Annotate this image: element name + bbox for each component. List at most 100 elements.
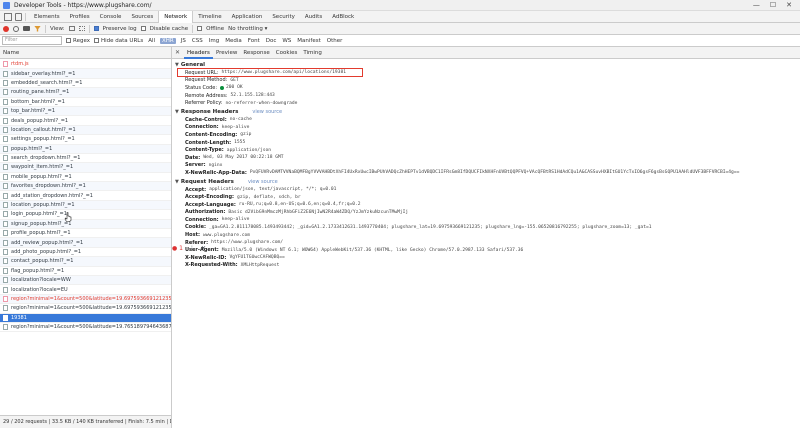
header-row: Connection: keep-alive bbox=[172, 124, 800, 132]
request-row[interactable]: login_popup.html?_=1 bbox=[0, 210, 171, 220]
request-row[interactable]: add_review_popup.html?_=1 bbox=[0, 238, 171, 248]
tab-timing[interactable]: Timing bbox=[300, 47, 325, 59]
request-row[interactable]: region?minimal=1&count=500&latitude=19.7… bbox=[0, 323, 171, 333]
clear-icon[interactable] bbox=[13, 25, 19, 32]
request-row[interactable]: location_popup.html?_=1 bbox=[0, 200, 171, 211]
request-url-highlight-box bbox=[177, 68, 363, 77]
request-row[interactable]: search_dropdown.html?_=1 bbox=[0, 154, 171, 164]
file-icon bbox=[3, 108, 8, 115]
disable-cache-checkbox[interactable] bbox=[140, 26, 146, 31]
header-row: X-Requested-With: XMLHttpRequest bbox=[172, 262, 800, 270]
filter-type-doc[interactable]: Doc bbox=[265, 38, 278, 44]
tab-profiles[interactable]: Profiles bbox=[65, 11, 95, 23]
filter-type-media[interactable]: Media bbox=[224, 38, 243, 44]
hide-data-urls-checkbox[interactable] bbox=[94, 38, 99, 43]
request-headers-section-header[interactable]: ▼ Request Headers view source bbox=[172, 178, 800, 186]
preserve-log-checkbox[interactable] bbox=[93, 26, 99, 31]
request-row[interactable]: mobile_popup.html?_=1 bbox=[0, 173, 171, 183]
request-row[interactable]: signup_popup.html?_=1 bbox=[0, 219, 171, 230]
tab-network[interactable]: Network bbox=[158, 10, 194, 23]
filter-type-js[interactable]: JS bbox=[180, 38, 187, 44]
offline-checkbox[interactable] bbox=[197, 26, 203, 31]
header-value: 1555 bbox=[234, 140, 246, 146]
request-row[interactable]: deals_popup.html?_=1 bbox=[0, 116, 171, 126]
regex-option[interactable]: Regex bbox=[66, 38, 90, 44]
request-row[interactable]: region?minimal=1&count=500&latitude=19.6… bbox=[0, 294, 171, 305]
tab-sources[interactable]: Sources bbox=[126, 11, 158, 23]
filter-type-img[interactable]: Img bbox=[208, 38, 220, 44]
request-row[interactable]: flag_popup.html?_=1 bbox=[0, 267, 171, 276]
filter-input[interactable]: Filter bbox=[2, 36, 62, 45]
request-name: localization?locale=EU bbox=[11, 286, 68, 293]
request-row[interactable]: localization?locale=EU bbox=[0, 285, 171, 295]
filter-type-manifest[interactable]: Manifest bbox=[296, 38, 321, 44]
request-row[interactable]: add_station_dropdown.html?_=1 bbox=[0, 191, 171, 201]
file-icon bbox=[3, 230, 8, 237]
request-row[interactable]: region?minimal=1&count=500&latitude=19.6… bbox=[0, 304, 171, 314]
request-row[interactable]: bottom_bar.html?_=1 bbox=[0, 98, 171, 107]
request-row[interactable]: routing_pane.html?_=1 bbox=[0, 88, 171, 98]
tab-elements[interactable]: Elements bbox=[29, 11, 65, 23]
header-row: Accept-Encoding: gzip, deflate, sdch, br bbox=[172, 193, 800, 201]
tab-console[interactable]: Console bbox=[95, 11, 127, 23]
request-row[interactable]: popup.html?_=1 bbox=[0, 144, 171, 154]
tab-audits[interactable]: Audits bbox=[300, 11, 327, 23]
tab-preview[interactable]: Preview bbox=[213, 47, 240, 59]
minimize-button[interactable]: — bbox=[753, 1, 760, 9]
device-toggle-icon[interactable] bbox=[15, 12, 22, 21]
request-row[interactable]: localization?locale=WW bbox=[0, 275, 171, 286]
large-rows-icon[interactable] bbox=[68, 26, 75, 31]
header-row: Content-Encoding: gzip bbox=[172, 131, 800, 139]
close-button[interactable]: ✕ bbox=[786, 1, 792, 9]
filter-type-css[interactable]: CSS bbox=[191, 38, 204, 44]
request-row[interactable]: rtdm.js bbox=[0, 60, 171, 70]
filter-type-ws[interactable]: WS bbox=[281, 38, 292, 44]
filter-type-other[interactable]: Other bbox=[326, 38, 344, 44]
tab-timeline[interactable]: Timeline bbox=[193, 11, 226, 23]
request-row[interactable]: waypoint_item.html?_=1 bbox=[0, 163, 171, 173]
tab-application[interactable]: Application bbox=[227, 11, 268, 23]
filter-type-all[interactable]: All bbox=[147, 38, 156, 44]
capture-screenshots-icon[interactable] bbox=[23, 26, 30, 31]
close-detail-icon[interactable]: ✕ bbox=[175, 49, 180, 56]
response-headers-section-header[interactable]: ▼ Response Headers view source bbox=[172, 108, 800, 116]
inspect-element-icon[interactable] bbox=[4, 12, 12, 21]
request-row[interactable]: profile_popup.html?_=1 bbox=[0, 229, 171, 239]
header-row: Referrer Policy: no-referrer-when-downgra… bbox=[172, 99, 800, 107]
tab-security[interactable]: Security bbox=[267, 11, 300, 23]
filter-type-xhr[interactable]: XHR bbox=[160, 37, 176, 44]
hide-data-urls-option[interactable]: Hide data URLs bbox=[94, 38, 143, 44]
header-value: 52.1.155.128:443 bbox=[230, 93, 275, 99]
response-view-source-link[interactable]: view source bbox=[252, 109, 282, 115]
request-row[interactable]: favorites_dropdown.html?_=1 bbox=[0, 182, 171, 192]
tab-headers[interactable]: Headers bbox=[184, 47, 213, 59]
request-name: region?minimal=1&count=500&latitude=19.6… bbox=[11, 295, 171, 302]
request-row[interactable]: location_callout.html?_=1 bbox=[0, 125, 171, 136]
filter-icon[interactable] bbox=[34, 25, 41, 32]
request-name: localization?locale=WW bbox=[11, 277, 71, 284]
record-icon[interactable] bbox=[3, 25, 9, 32]
tab-cookies[interactable]: Cookies bbox=[273, 47, 301, 59]
request-row[interactable]: top_bar.html?_=1 bbox=[0, 106, 171, 117]
request-row[interactable]: add_photo_popup.html?_=1 bbox=[0, 248, 171, 258]
request-row[interactable]: sidebar_overlay.html?_=1 bbox=[0, 69, 171, 79]
maximize-button[interactable]: ☐ bbox=[770, 1, 776, 9]
file-icon bbox=[3, 314, 8, 321]
header-value: XMLHttpRequest bbox=[240, 262, 280, 268]
request-name: 19381 bbox=[11, 314, 27, 321]
name-column-header[interactable]: Name bbox=[0, 47, 171, 59]
response-rows: Cache-Control: no-cache Connection: keep-al… bbox=[172, 116, 800, 177]
tab-adblock[interactable]: AdBlock bbox=[327, 11, 359, 23]
request-row[interactable]: 19381 bbox=[0, 313, 171, 323]
request-row[interactable]: embedded_search.html?_=1 bbox=[0, 79, 171, 89]
throttling-select[interactable]: No throttling ▾ bbox=[228, 26, 267, 32]
tab-response[interactable]: Response bbox=[240, 47, 272, 59]
request-row[interactable]: settings_popup.html?_=1 bbox=[0, 135, 171, 145]
regex-checkbox[interactable] bbox=[66, 38, 71, 43]
overview-icon[interactable] bbox=[78, 26, 85, 31]
request-view-source-link[interactable]: view source bbox=[248, 179, 278, 185]
request-list-pane: Name rtdm.js sidebar_overlay.html?_=1 embe… bbox=[0, 47, 172, 428]
filter-type-font[interactable]: Font bbox=[247, 38, 261, 44]
header-row: User-Agent: Mozilla/5.0 (Windows NT 6.1; … bbox=[172, 246, 800, 254]
request-row[interactable]: contact_popup.html?_=1 bbox=[0, 257, 171, 267]
